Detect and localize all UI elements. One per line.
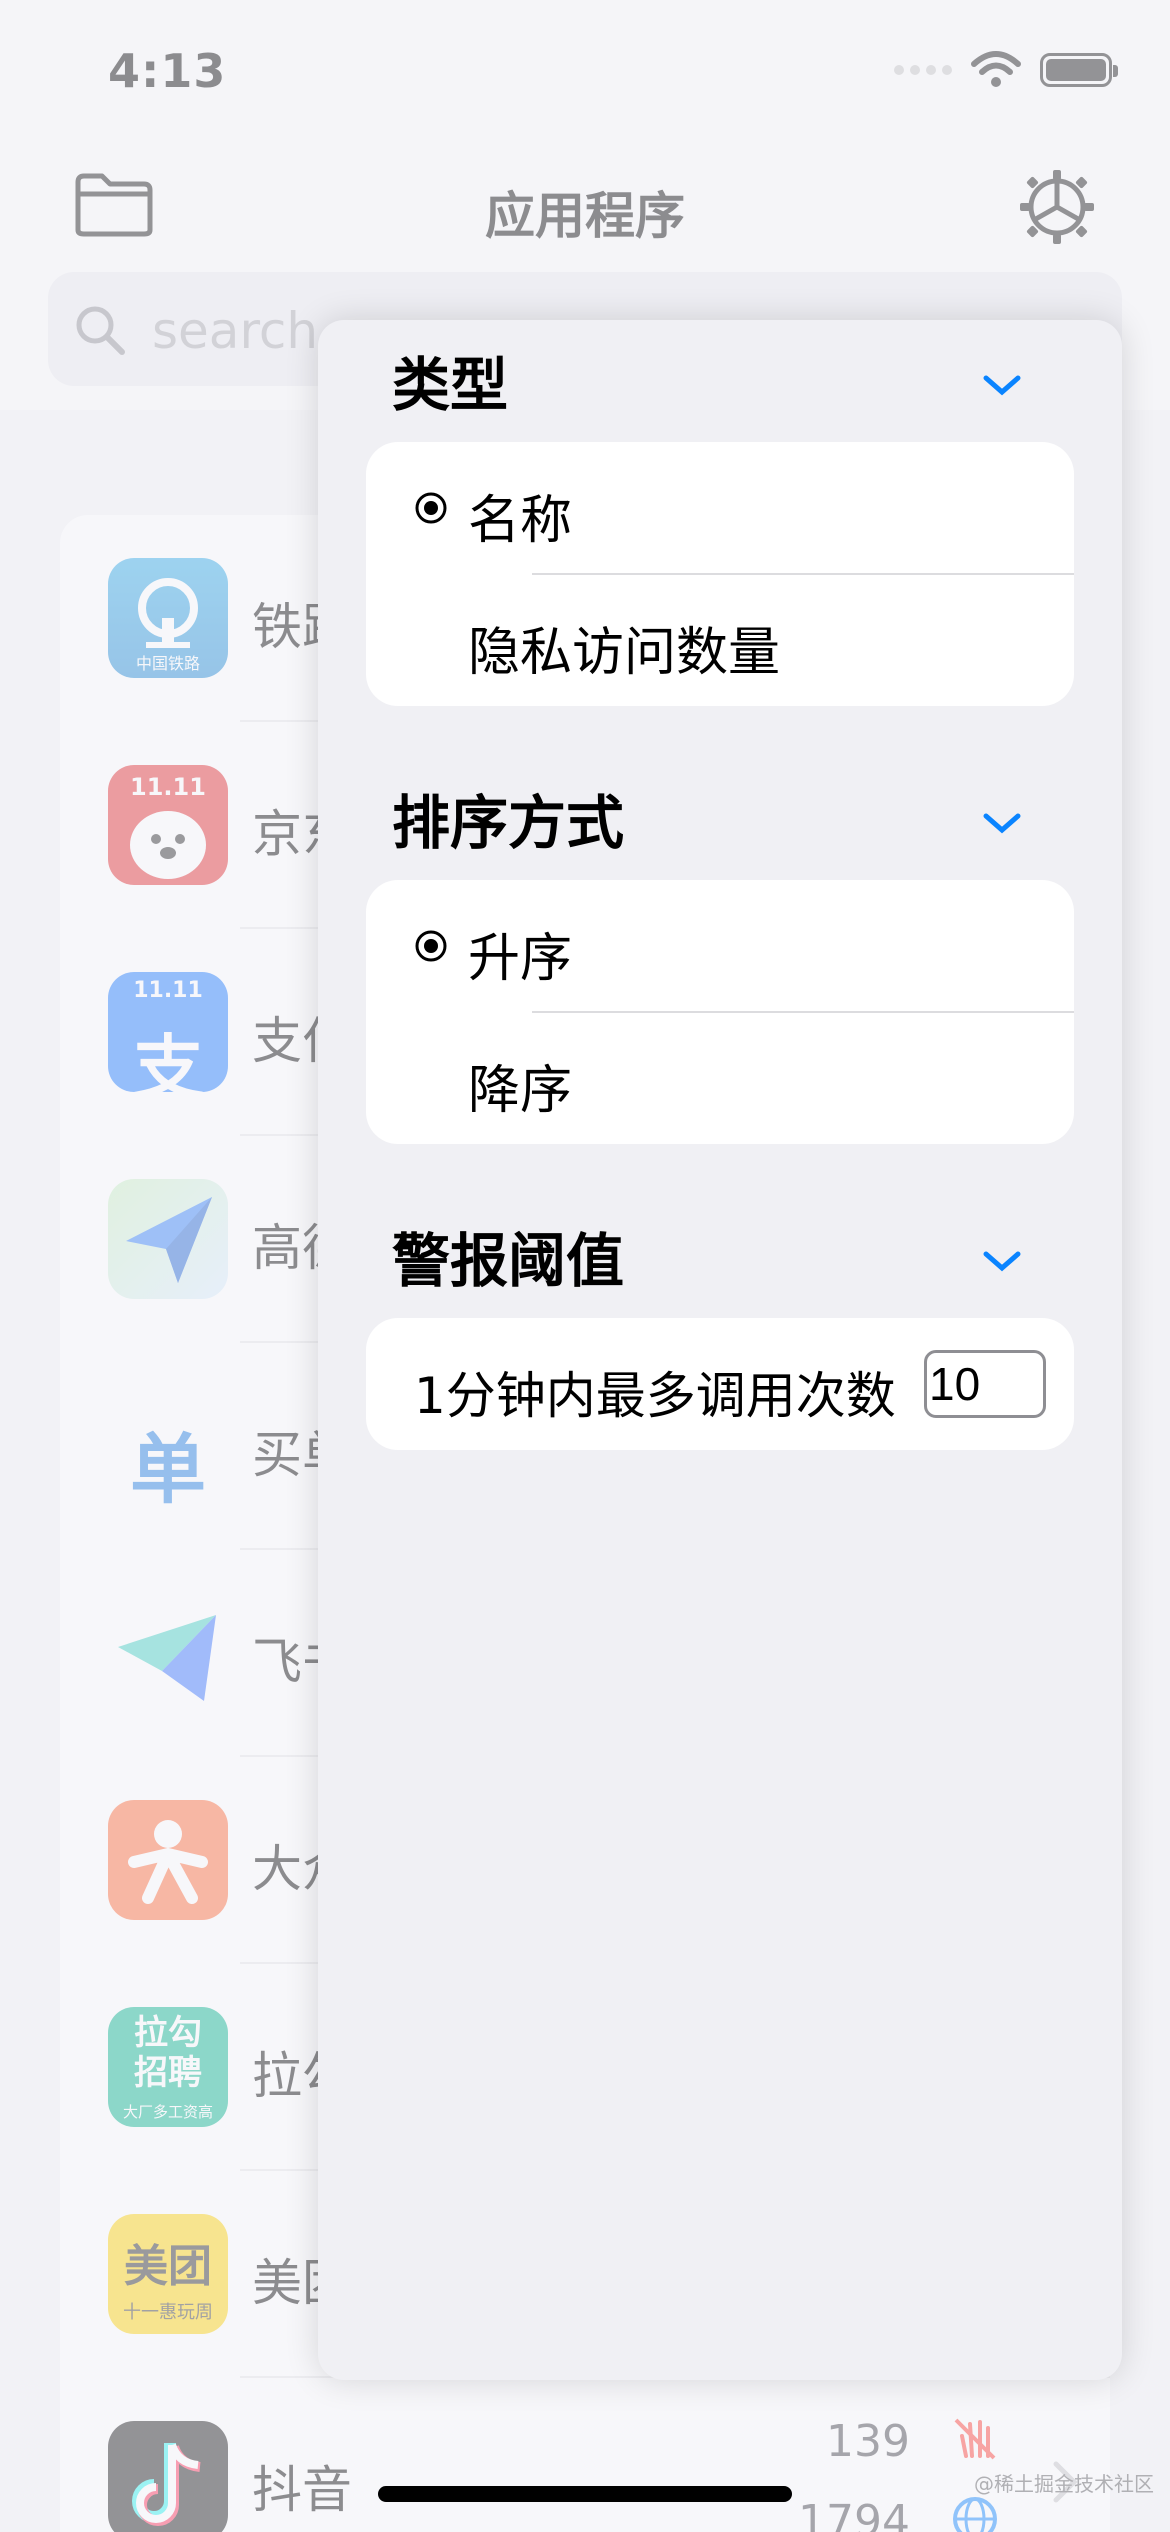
feishu-icon bbox=[108, 1593, 228, 1713]
sort-options: 升序 降序 bbox=[366, 880, 1074, 1144]
watermark: @稀土掘金技术社区 bbox=[974, 2472, 1154, 2496]
radio-selected-icon bbox=[415, 930, 447, 962]
hand-raised-slash-icon bbox=[954, 2418, 996, 2460]
search-icon bbox=[76, 306, 125, 355]
status-icons bbox=[894, 50, 1118, 90]
globe-icon bbox=[953, 2497, 997, 2532]
chevron-down-icon[interactable] bbox=[978, 806, 1026, 840]
amap-icon bbox=[108, 1179, 228, 1299]
meituan-icon-subtext: 十一惠玩周 bbox=[123, 2302, 213, 2323]
chevron-down-icon[interactable] bbox=[978, 1244, 1026, 1278]
meituan-icon: 美团 十一惠玩周 bbox=[108, 2214, 228, 2334]
lagou-icon: 拉勾招聘 大厂多工资高 bbox=[108, 2007, 228, 2127]
filter-menu-panel: 类型 名称 隐私访问数量 排序方式 升序 降序 警报阈值 1分钟内最多调用次数 … bbox=[318, 320, 1122, 2380]
settings-gear-icon[interactable] bbox=[1018, 168, 1096, 246]
privacy-count: 139 bbox=[826, 2416, 910, 2467]
option-sort-ascending[interactable]: 升序 bbox=[366, 880, 1074, 1013]
option-label: 名称 bbox=[468, 491, 573, 551]
radio-selected-icon bbox=[415, 492, 447, 524]
lagou-icon-text: 拉勾招聘 bbox=[134, 2013, 202, 2093]
railway-icon-text: 中国铁路 bbox=[135, 654, 200, 673]
wifi-icon bbox=[971, 51, 1021, 87]
jd-icon-text: 11.11 bbox=[130, 773, 206, 801]
home-indicator[interactable] bbox=[378, 2486, 792, 2502]
alert-threshold-input[interactable]: 10 bbox=[924, 1350, 1046, 1418]
alert-threshold-group: 1分钟内最多调用次数 10 bbox=[366, 1318, 1074, 1450]
option-label: 隐私访问数量 bbox=[468, 623, 781, 683]
page-title: 应用程序 bbox=[485, 187, 685, 245]
maidanba-icon: 单 bbox=[108, 1386, 228, 1506]
section-title-alert: 警报阈值 bbox=[392, 1227, 625, 1295]
network-count: 1794 bbox=[798, 2496, 910, 2532]
option-type-privacy-count[interactable]: 隐私访问数量 bbox=[366, 574, 1074, 706]
status-time: 4:13 bbox=[108, 44, 227, 98]
app-name: 抖音 bbox=[252, 2461, 352, 2519]
lagou-icon-subtext: 大厂多工资高 bbox=[122, 2103, 213, 2121]
option-label: 降序 bbox=[468, 1061, 573, 1121]
railway-icon: 中国铁路 bbox=[108, 558, 228, 678]
option-sort-descending[interactable]: 降序 bbox=[366, 1012, 1074, 1144]
meituan-icon-text: 美团 bbox=[124, 2241, 212, 2292]
dianping-icon bbox=[108, 1800, 228, 1920]
app-row[interactable]: 抖音 139 1794 bbox=[60, 2378, 1110, 2532]
alipay-icon: 支 11.11 bbox=[108, 972, 228, 1092]
section-title-type: 类型 bbox=[392, 351, 509, 419]
option-label: 升序 bbox=[468, 929, 573, 989]
douyin-icon bbox=[108, 2421, 228, 2532]
alert-threshold-label: 1分钟内最多调用次数 bbox=[414, 1367, 896, 1425]
search-placeholder: search bbox=[152, 302, 319, 360]
alipay-icon-text: 11.11 bbox=[133, 978, 203, 1003]
chevron-down-icon[interactable] bbox=[978, 368, 1026, 402]
option-type-name[interactable]: 名称 bbox=[366, 442, 1074, 575]
section-title-sort: 排序方式 bbox=[392, 789, 625, 857]
type-options: 名称 隐私访问数量 bbox=[366, 442, 1074, 706]
jd-icon: 11.11 bbox=[108, 765, 228, 885]
battery-icon bbox=[1040, 53, 1118, 87]
cellular-icon bbox=[894, 65, 952, 75]
